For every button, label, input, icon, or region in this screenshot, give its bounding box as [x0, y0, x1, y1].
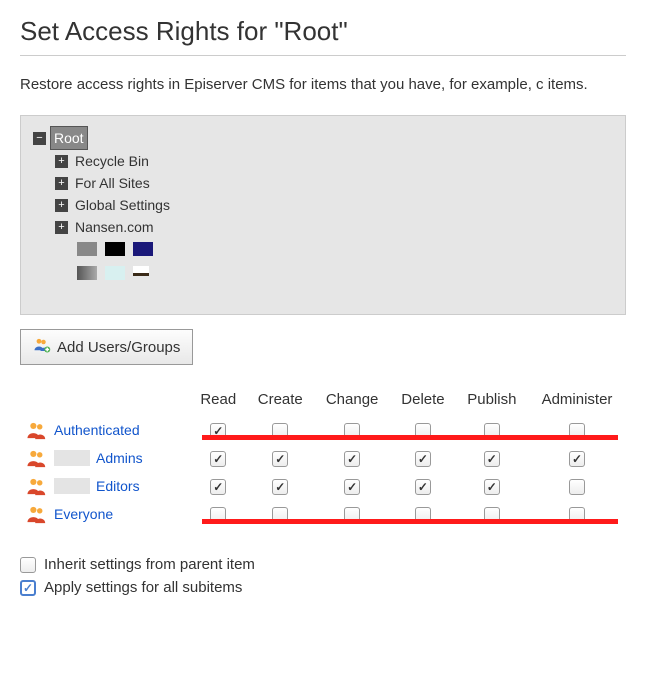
- page-title: Set Access Rights for "Root": [20, 16, 626, 47]
- expand-icon[interactable]: +: [55, 155, 68, 168]
- permission-checkbox[interactable]: [569, 479, 585, 495]
- permission-checkbox[interactable]: [569, 451, 585, 467]
- role-link[interactable]: Admins: [96, 450, 143, 466]
- tree-panel: − Root + Recycle Bin + For All Sites + Glob…: [20, 115, 626, 315]
- permission-checkbox[interactable]: [415, 451, 431, 467]
- content-tree: − Root + Recycle Bin + For All Sites + Glob…: [33, 126, 613, 280]
- permission-checkbox[interactable]: [210, 451, 226, 467]
- expand-icon[interactable]: +: [55, 199, 68, 212]
- inherit-label: Inherit settings from parent item: [44, 556, 255, 573]
- users-icon: [26, 504, 48, 524]
- tree-redacted-row: [33, 266, 613, 280]
- users-icon: [26, 448, 48, 468]
- permission-checkbox[interactable]: [210, 479, 226, 495]
- permission-checkbox[interactable]: [484, 479, 500, 495]
- highlight-bar: [202, 519, 618, 524]
- expand-icon[interactable]: +: [55, 221, 68, 234]
- permission-checkbox[interactable]: [344, 479, 360, 495]
- permission-checkbox[interactable]: [272, 451, 288, 467]
- divider: [20, 55, 626, 56]
- permission-checkbox[interactable]: [272, 479, 288, 495]
- inherit-checkbox[interactable]: [20, 557, 36, 573]
- users-icon: [26, 420, 48, 440]
- description-text: Restore access rights in Episerver CMS f…: [20, 74, 626, 95]
- column-header: Change: [314, 389, 390, 416]
- collapse-icon[interactable]: −: [33, 132, 46, 145]
- tree-node-root[interactable]: Root: [50, 126, 88, 150]
- tree-node[interactable]: Global Settings: [72, 194, 173, 216]
- users-add-icon: [33, 336, 51, 358]
- redacted-text: [54, 478, 90, 494]
- tree-node[interactable]: Nansen.com: [72, 216, 157, 238]
- permission-checkbox[interactable]: [415, 479, 431, 495]
- permission-checkbox[interactable]: [484, 451, 500, 467]
- apply-subitems-label: Apply settings for all subitems: [44, 579, 242, 596]
- role-link[interactable]: Authenticated: [54, 422, 140, 438]
- column-header: Publish: [456, 389, 528, 416]
- permissions-grid: Read Create Change Delete Publish Admini…: [20, 389, 626, 528]
- tree-node[interactable]: For All Sites: [72, 172, 153, 194]
- options-section: Inherit settings from parent item Apply …: [20, 556, 626, 596]
- highlight-bar: [202, 435, 618, 440]
- column-header: Administer: [528, 389, 626, 416]
- apply-subitems-checkbox[interactable]: [20, 580, 36, 596]
- column-header: Read: [190, 389, 247, 416]
- expand-icon[interactable]: +: [55, 177, 68, 190]
- users-icon: [26, 476, 48, 496]
- tree-redacted-row: [33, 242, 613, 256]
- column-header: Delete: [390, 389, 455, 416]
- button-label: Add Users/Groups: [57, 339, 180, 356]
- role-link[interactable]: Everyone: [54, 506, 113, 522]
- table-row: Editors: [20, 472, 626, 500]
- redacted-text: [54, 450, 90, 466]
- role-link[interactable]: Editors: [96, 478, 140, 494]
- column-header: Create: [247, 389, 314, 416]
- add-users-groups-button[interactable]: Add Users/Groups: [20, 329, 193, 365]
- tree-node[interactable]: Recycle Bin: [72, 150, 152, 172]
- permission-checkbox[interactable]: [344, 451, 360, 467]
- table-row: Admins: [20, 444, 626, 472]
